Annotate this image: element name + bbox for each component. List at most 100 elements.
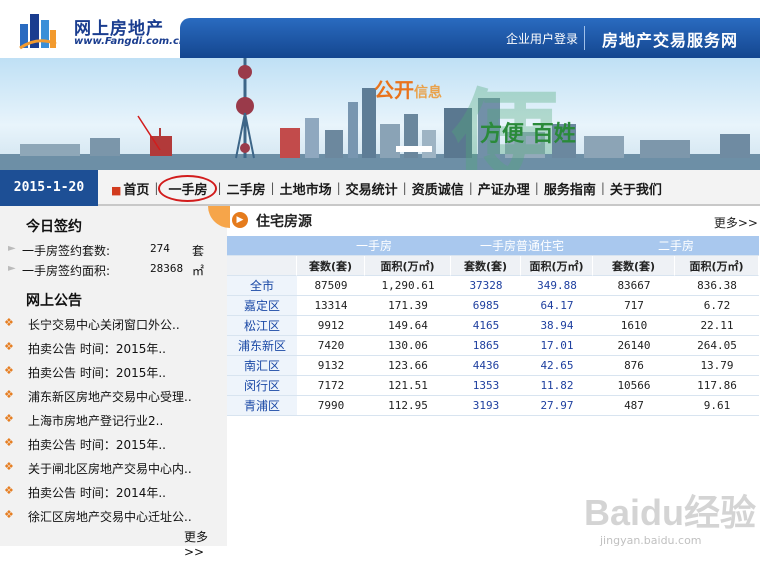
notice-item[interactable]: ❖ 上海市房地产登记行业2.. (0, 408, 227, 432)
home-icon: ■ (111, 183, 122, 197)
district-link[interactable]: 松江区 (227, 316, 297, 336)
residential-stats-table: 一手房 一手房普通住宅 二手房 套数(套) 面积(万㎡) 套数(套) 面积(万㎡… (227, 236, 759, 416)
notice-item[interactable]: ❖ 拍卖公告 时间：2014年.. (0, 480, 227, 504)
table-cell: 149.64 (365, 316, 451, 336)
district-link[interactable]: 全市 (227, 276, 297, 296)
notice-bullet-icon: ❖ (4, 460, 14, 473)
nav-land-market[interactable]: 土地市场 (275, 179, 337, 198)
residential-title: 住宅房源 (256, 214, 312, 230)
table-row: 嘉定区 13314 171.39 6985 64.17 717 6.72 (227, 296, 759, 316)
left-sidebar: 今日签约 ► 一手房签约套数: 274 套 ► 一手房签约面积: 28368 ㎡… (0, 206, 230, 559)
table-cell: 87509 (297, 276, 365, 296)
notices-title: 网上公告 (26, 293, 82, 309)
nav-statistics[interactable]: 交易统计 (341, 179, 403, 198)
notice-text: 长宁交易中心关闭窗口外公.. (28, 318, 180, 332)
table-cell: 1353 (451, 376, 521, 396)
table-cell: 13314 (297, 296, 365, 316)
notice-text: 拍卖公告 时间：2015年.. (28, 342, 166, 356)
table-cell: 1865 (451, 336, 521, 356)
notice-text: 徐汇区房地产交易中心迁址公.. (28, 510, 192, 524)
stat-unit: ㎡ (192, 264, 205, 278)
table-cell: 6.72 (675, 296, 759, 316)
notice-item[interactable]: ❖ 关于闸北区房地产交易中心内.. (0, 456, 227, 480)
table-cell: 112.95 (365, 396, 451, 416)
table-cell: 4165 (451, 316, 521, 336)
district-link[interactable]: 青浦区 (227, 396, 297, 416)
district-link[interactable]: 浦东新区 (227, 336, 297, 356)
notice-item[interactable]: ❖ 徐汇区房地产交易中心迁址公.. (0, 504, 227, 528)
current-date: 2015-1-20 (0, 170, 98, 206)
notice-text: 上海市房地产登记行业2.. (28, 414, 164, 428)
banner-slogan-open-info: 公开信息 (374, 74, 442, 103)
notices-more-link[interactable]: 更多>> (184, 528, 227, 559)
notice-text: 拍卖公告 时间：2015年.. (28, 438, 166, 452)
table-cell: 1,290.61 (365, 276, 451, 296)
notice-item[interactable]: ❖ 拍卖公告 时间：2015年.. (0, 336, 227, 360)
header-new-ordinary: 一手房普通住宅 (451, 236, 593, 256)
table-cell: 9132 (297, 356, 365, 376)
table-cell: 13.79 (675, 356, 759, 376)
logo-domain: www.Fangdi.com.cn (74, 36, 187, 47)
nav-home[interactable]: ■ 首页 (106, 179, 154, 198)
site-logo[interactable]: 网上房地产 www.Fangdi.com.cn (18, 6, 186, 54)
table-cell: 9.61 (675, 396, 759, 416)
notice-bullet-icon: ❖ (4, 508, 14, 521)
district-link[interactable]: 闵行区 (227, 376, 297, 396)
stat-label: 一手房签约面积: (22, 264, 111, 278)
table-cell: 349.88 (521, 276, 593, 296)
nav-second-hand[interactable]: 二手房 (222, 179, 271, 198)
nav-home-label: 首页 (123, 182, 150, 198)
notice-bullet-icon: ❖ (4, 388, 14, 401)
table-row: 松江区 9912 149.64 4165 38.94 1610 22.11 (227, 316, 759, 336)
table-row: 青浦区 7990 112.95 3193 27.97 487 9.61 (227, 396, 759, 416)
nav-new-homes[interactable]: 一手房 (158, 174, 218, 202)
table-cell: 117.86 (675, 376, 759, 396)
stat-label: 一手房签约套数: (22, 244, 111, 258)
table-cell: 6985 (451, 296, 521, 316)
table-cell: 7172 (297, 376, 365, 396)
table-cell: 17.01 (521, 336, 593, 356)
stat-value: 28368 (150, 262, 184, 275)
notice-item[interactable]: ❖ 长宁交易中心关闭窗口外公.. (0, 312, 227, 336)
nav-service-guide[interactable]: 服务指南 (539, 179, 601, 198)
notice-item[interactable]: ❖ 浦东新区房地产交易中心受理.. (0, 384, 227, 408)
baidu-watermark-url: jingyan.baidu.com (600, 534, 702, 547)
banner: 便 公开信息 方便 百姓 (0, 58, 760, 170)
enterprise-login-link[interactable]: 企业用户登录 (506, 30, 578, 47)
table-cell: 4436 (451, 356, 521, 376)
district-link[interactable]: 嘉定区 (227, 296, 297, 316)
notice-text: 浦东新区房地产交易中心受理.. (28, 390, 192, 404)
table-cell: 7990 (297, 396, 365, 416)
nav-about-us[interactable]: 关于我们 (605, 179, 667, 198)
baidu-watermark: Baidu经验 (584, 492, 757, 533)
table-cell: 22.11 (675, 316, 759, 336)
slogan-people: 百姓 (531, 121, 576, 147)
notice-bullet-icon: ❖ (4, 484, 14, 497)
nav-credentials[interactable]: 资质诚信 (407, 179, 469, 198)
table-cell: 121.51 (365, 376, 451, 396)
notice-item[interactable]: ❖ 拍卖公告 时间：2015年.. (0, 360, 227, 384)
today-signing-title: 今日签约 (26, 219, 82, 235)
site-header: 网上房地产 www.Fangdi.com.cn 企业用户登录 房地产交易服务网 (0, 0, 760, 58)
residential-more-link[interactable]: 更多>> (714, 214, 758, 231)
table-cell: 27.97 (521, 396, 593, 416)
table-cell: 26140 (593, 336, 675, 356)
notice-item[interactable]: ❖ 拍卖公告 时间：2015年.. (0, 432, 227, 456)
logo-buildings-icon (19, 14, 57, 50)
table-cell: 123.66 (365, 356, 451, 376)
slogan-open: 公开 (374, 78, 414, 102)
col-units: 套数(套) (297, 256, 365, 276)
table-cell: 42.65 (521, 356, 593, 376)
header-new-homes: 一手房 (297, 236, 451, 256)
table-cell: 64.17 (521, 296, 593, 316)
nav-certificates[interactable]: 产证办理 (473, 179, 535, 198)
header-empty (227, 236, 297, 256)
col-area: 面积(万㎡) (675, 256, 759, 276)
stat-value: 274 (150, 242, 170, 255)
residential-header: ▶ 住宅房源 更多>> (232, 208, 760, 236)
district-link[interactable]: 南汇区 (227, 356, 297, 376)
table-cell: 11.82 (521, 376, 593, 396)
table-cell: 10566 (593, 376, 675, 396)
col-area: 面积(万㎡) (365, 256, 451, 276)
service-title: 房地产交易服务网 (602, 31, 739, 50)
